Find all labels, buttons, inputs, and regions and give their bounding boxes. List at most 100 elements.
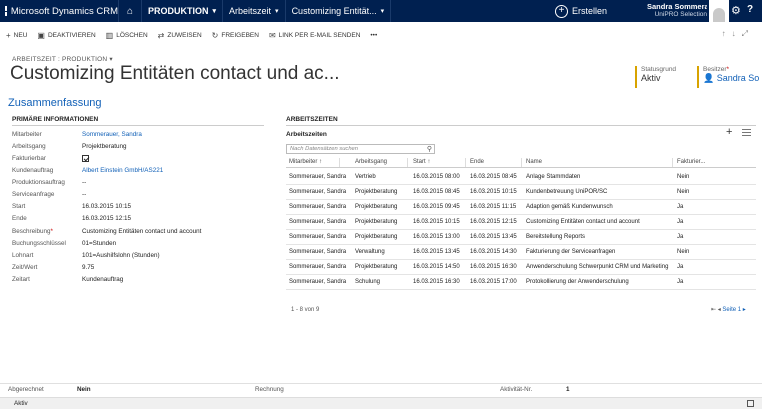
cell-mitarbeiter[interactable]: Sommerauer, Sandra: [289, 219, 346, 225]
search-icon[interactable]: ⚲: [427, 145, 432, 153]
table-row[interactable]: Sommerauer, Sandra Projektberatung 16.03…: [286, 260, 756, 275]
first-page-icon[interactable]: ⇤: [711, 307, 716, 313]
field-mitarbeiter[interactable]: Mitarbeiter Sommerauer, Sandra: [12, 129, 264, 140]
field-arbeitsgang[interactable]: Arbeitsgang Projektberatung: [12, 141, 264, 152]
field-value[interactable]: 9.75: [82, 264, 94, 271]
field-value[interactable]: Kundenauftrag: [82, 276, 123, 283]
arrow-up-icon[interactable]: ↑: [722, 29, 732, 38]
home-icon[interactable]: ⌂: [119, 6, 141, 17]
assign-button[interactable]: ⇄ ZUWEISEN: [158, 31, 202, 40]
owner-value[interactable]: 👤 Sandra So: [703, 73, 762, 84]
next-page-icon[interactable]: ▸: [743, 307, 746, 313]
column-header-start[interactable]: Start ↑: [413, 159, 430, 165]
field-value[interactable]: Albert Einstein GmbH/AS221: [82, 167, 163, 174]
field-label: Ende: [12, 215, 27, 222]
cell-mitarbeiter[interactable]: Sommerauer, Sandra: [289, 264, 346, 270]
help-icon[interactable]: ?: [747, 4, 753, 15]
column-header-name[interactable]: Name: [526, 159, 542, 165]
column-header-arbeitsgang[interactable]: Arbeitsgang: [355, 159, 387, 165]
prev-page-icon[interactable]: ◂: [718, 307, 721, 313]
gear-icon[interactable]: ⚙: [731, 4, 741, 17]
column-header-fakturierbar[interactable]: Fakturier...: [677, 159, 705, 165]
field-fakturierbar[interactable]: Fakturierbar: [12, 153, 264, 164]
field-beschreibung[interactable]: Beschreibung* Customizing Entitäten conta…: [12, 226, 264, 237]
new-button[interactable]: + NEU: [6, 31, 27, 40]
delete-button[interactable]: ▥ LÖSCHEN: [106, 31, 148, 40]
column-header-mitarbeiter[interactable]: Mitarbeiter ↑: [289, 159, 322, 165]
email-link-button[interactable]: ✉ LINK PER E-MAIL SENDEN: [269, 31, 360, 40]
cell-name[interactable]: Protokollierung der Anwenderschulung: [526, 279, 629, 285]
field-ende[interactable]: Ende 16.03.2015 12:15: [12, 213, 264, 224]
cell-mitarbeiter[interactable]: Sommerauer, Sandra: [289, 279, 346, 285]
nav-entity-label: Arbeitszeit: [229, 6, 272, 16]
cell-name[interactable]: Customizing Entitäten contact und accoun…: [526, 219, 640, 225]
table-row[interactable]: Sommerauer, Sandra Verwaltung 16.03.2015…: [286, 245, 756, 260]
table-row[interactable]: Sommerauer, Sandra Vertrieb 16.03.2015 0…: [286, 170, 756, 185]
cell-name[interactable]: Anlage Stammdaten: [526, 174, 580, 180]
table-row[interactable]: Sommerauer, Sandra Projektberatung 16.03…: [286, 230, 756, 245]
expand-icon[interactable]: ⤢: [742, 29, 754, 38]
avatar[interactable]: [709, 0, 729, 22]
nav-record[interactable]: Customizing Entität... ▾: [286, 0, 391, 22]
field-lohnart[interactable]: Lohnart 101=Aushilfslohn (Stunden): [12, 250, 264, 261]
field-start[interactable]: Start 16.03.2015 10:15: [12, 201, 264, 212]
status-value: Aktiv: [641, 73, 661, 83]
cell-mitarbeiter[interactable]: Sommerauer, Sandra: [289, 189, 346, 195]
field-buchungsschluessel[interactable]: Buchungsschlüssel 01=Stunden: [12, 238, 264, 249]
record-type-label: ARBEITSZEIT : PRODUKTION: [12, 56, 108, 63]
cell-name[interactable]: Fakturierung der Serviceanfragen: [526, 249, 615, 255]
field-label: Serviceanfrage: [12, 191, 55, 198]
table-row[interactable]: Sommerauer, Sandra Schulung 16.03.2015 1…: [286, 275, 756, 290]
abgerechnet-value[interactable]: Nein: [77, 386, 91, 393]
chevron-down-icon: ▾: [380, 8, 385, 15]
aktivitaet-value[interactable]: 1: [566, 386, 570, 393]
field-serviceanfrage[interactable]: Serviceanfrage --: [12, 189, 264, 200]
column-header-ende[interactable]: Ende: [470, 159, 484, 165]
field-value[interactable]: 01=Stunden: [82, 240, 116, 247]
field-value[interactable]: 16.03.2015 12:15: [82, 215, 131, 222]
cell-mitarbeiter[interactable]: Sommerauer, Sandra: [289, 174, 346, 180]
cell-mitarbeiter[interactable]: Sommerauer, Sandra: [289, 234, 346, 240]
more-commands-button[interactable]: •••: [370, 32, 377, 39]
app-logo[interactable]: Microsoft Dynamics CRM: [0, 6, 118, 17]
nav-area-produktion[interactable]: PRODUKTION ▾: [142, 0, 222, 22]
field-value[interactable]: Sommerauer, Sandra: [82, 131, 142, 138]
field-label: Produktionsauftrag: [12, 179, 65, 186]
cell-name[interactable]: Kundenbetreuung UniPOR/SC: [526, 189, 607, 195]
field-value[interactable]: --: [82, 191, 86, 198]
brand-name: Microsoft Dynamics CRM: [10, 5, 118, 17]
grid-menu-icon[interactable]: [742, 129, 751, 136]
field-produktionsauftrag[interactable]: Produktionsauftrag --: [12, 177, 264, 188]
arrow-down-icon[interactable]: ↓: [732, 29, 742, 38]
delete-label: LÖSCHEN: [116, 31, 148, 39]
user-icon: 👤: [703, 73, 715, 83]
field-value[interactable]: Customizing Entitäten contact und accoun…: [82, 228, 201, 235]
deactivate-button[interactable]: ▣ DEAKTIVIEREN: [37, 31, 95, 40]
cell-mitarbeiter[interactable]: Sommerauer, Sandra: [289, 249, 346, 255]
field-value[interactable]: 101=Aushilfslohn (Stunden): [82, 252, 160, 259]
save-icon[interactable]: [747, 400, 754, 407]
field-zeitart[interactable]: Zeitart Kundenauftrag: [12, 274, 264, 285]
grid-search-input[interactable]: Nach Datensätzen suchen ⚲: [286, 144, 435, 154]
table-row[interactable]: Sommerauer, Sandra Projektberatung 16.03…: [286, 185, 756, 200]
field-zeit-wert[interactable]: Zeit/Wert 9.75: [12, 262, 264, 273]
field-value[interactable]: --: [82, 179, 86, 186]
share-button[interactable]: ↻ FREIGEBEN: [212, 31, 259, 40]
field-kundenauftrag[interactable]: Kundenauftrag Albert Einstein GmbH/AS221: [12, 165, 264, 176]
field-value[interactable]: Projektberatung: [82, 143, 126, 150]
create-button[interactable]: + Erstellen: [555, 0, 607, 22]
field-label: Start: [12, 203, 26, 210]
user-info[interactable]: Sandra Sommera... UniPRO Selection: [647, 2, 707, 18]
table-row[interactable]: Sommerauer, Sandra Projektberatung 16.03…: [286, 200, 756, 215]
record-type-selector[interactable]: ARBEITSZEIT : PRODUKTION ▾: [12, 55, 113, 63]
nav-entity-arbeitszeit[interactable]: Arbeitszeit ▾: [223, 0, 285, 22]
cell-name[interactable]: Bereitstellung Reports: [526, 234, 585, 240]
cell-name[interactable]: Anwenderschulung Schwerpunkt CRM und Mar…: [526, 264, 668, 270]
fakturierbar-checkbox[interactable]: [82, 155, 89, 162]
add-record-plus-icon[interactable]: +: [726, 126, 732, 138]
cell-mitarbeiter[interactable]: Sommerauer, Sandra: [289, 204, 346, 210]
record-navigation-arrows[interactable]: ↑↓⤢: [722, 29, 754, 39]
table-row[interactable]: Sommerauer, Sandra Projektberatung 16.03…: [286, 215, 756, 230]
cell-name[interactable]: Adaption gemäß Kundenwunsch: [526, 204, 613, 210]
field-value[interactable]: 16.03.2015 10:15: [82, 203, 131, 210]
